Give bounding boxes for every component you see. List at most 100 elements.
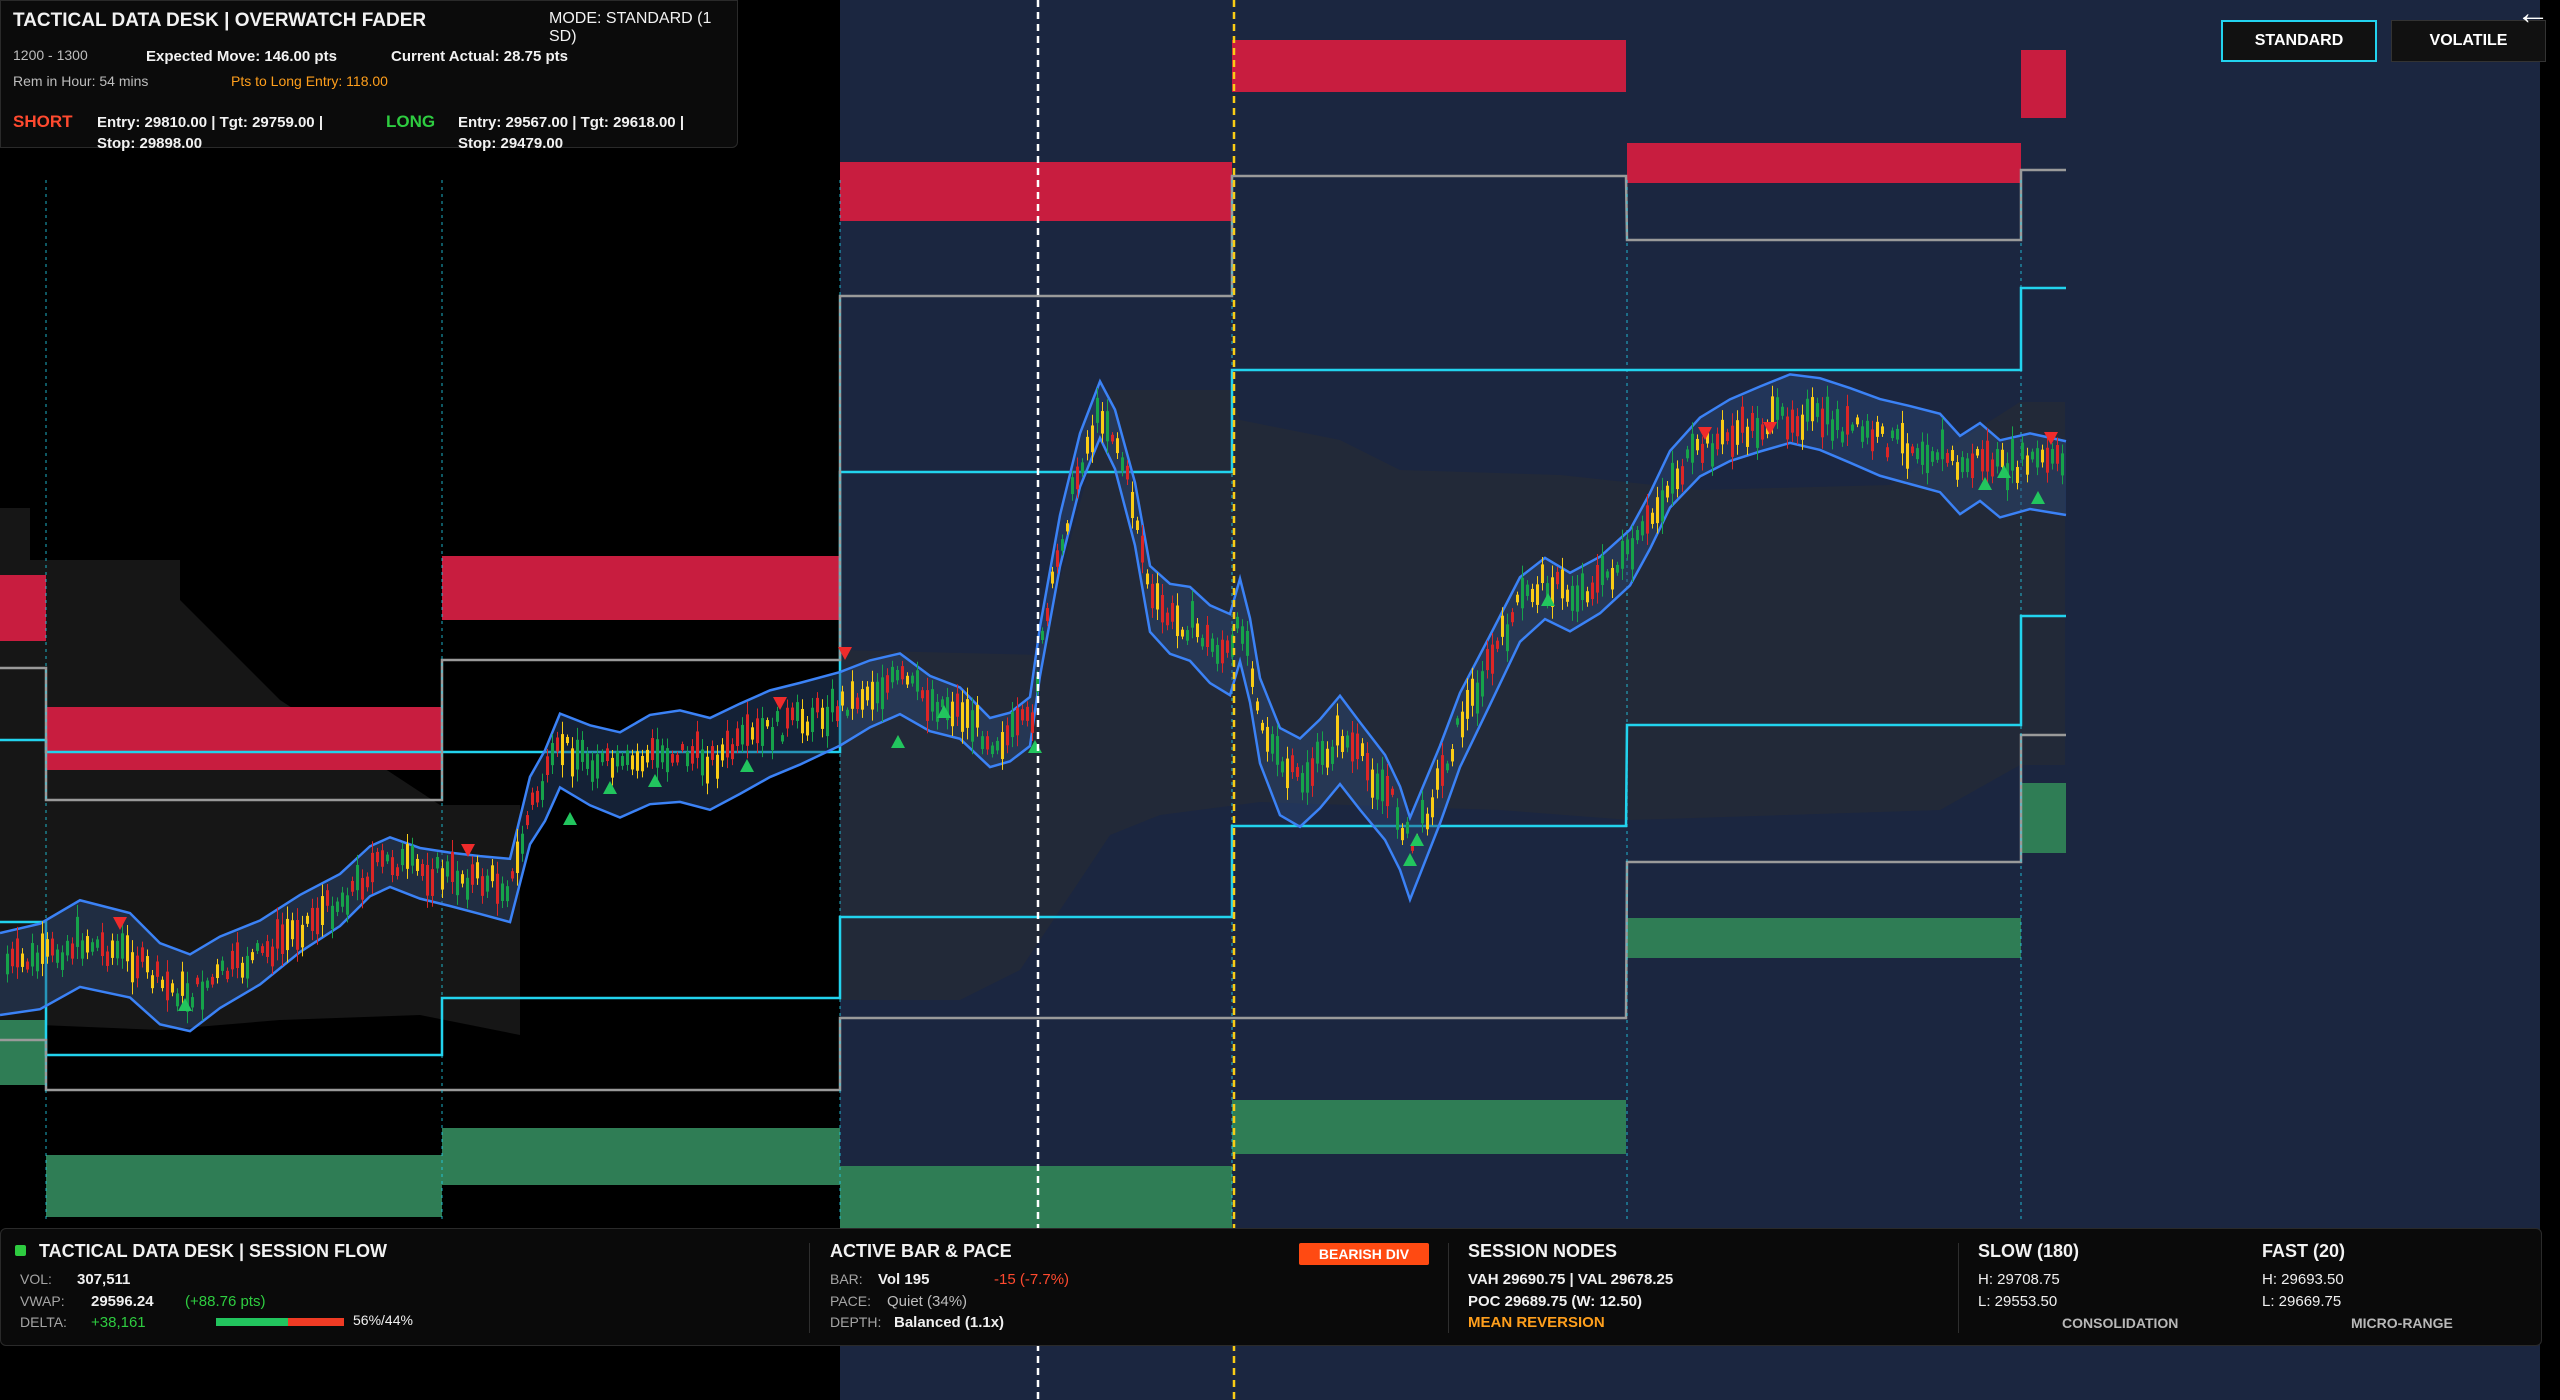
candle-body bbox=[1576, 585, 1579, 612]
candle-body bbox=[61, 952, 64, 970]
candle-body bbox=[876, 681, 879, 704]
candle-body bbox=[1636, 530, 1639, 541]
candle-body bbox=[856, 697, 859, 709]
bar-label: BAR: bbox=[830, 1271, 863, 1287]
candle-body bbox=[736, 728, 739, 747]
candle-body bbox=[1471, 678, 1474, 706]
candle-body bbox=[131, 952, 134, 983]
candle-body bbox=[461, 874, 464, 884]
candle-body bbox=[1521, 577, 1524, 609]
candle-body bbox=[1301, 773, 1304, 793]
candle-body bbox=[1676, 468, 1679, 490]
candle-body bbox=[1711, 443, 1714, 467]
candle-body bbox=[1666, 485, 1669, 498]
price-chart[interactable] bbox=[0, 0, 2560, 1400]
candle-body bbox=[1311, 758, 1314, 786]
session-nodes-title: SESSION NODES bbox=[1468, 1241, 1618, 1261]
candle-body bbox=[351, 880, 354, 892]
arrow-left-icon[interactable]: ← bbox=[2516, 0, 2550, 33]
candle-body bbox=[371, 852, 374, 883]
candle-body bbox=[1831, 419, 1834, 441]
candle-body bbox=[581, 739, 584, 762]
candle-body bbox=[1171, 603, 1174, 622]
candle-body bbox=[741, 724, 744, 745]
candle-body bbox=[1156, 583, 1159, 610]
candle-body bbox=[696, 731, 699, 758]
candle-body bbox=[651, 738, 654, 761]
candle-body bbox=[1641, 521, 1644, 536]
candle-body bbox=[471, 864, 474, 885]
candle-body bbox=[1496, 640, 1499, 649]
panel-divider bbox=[809, 1243, 810, 1333]
candle-body bbox=[1071, 477, 1074, 495]
candle-body bbox=[521, 833, 524, 854]
candle-body bbox=[1661, 490, 1664, 522]
candle-body bbox=[1466, 689, 1469, 719]
candle-body bbox=[1621, 540, 1624, 569]
standard-mode-button[interactable]: STANDARD bbox=[2221, 20, 2377, 62]
candle-body bbox=[486, 875, 489, 892]
panel-title: TACTICAL DATA DESK | OVERWATCH FADER bbox=[13, 10, 427, 31]
candle-body bbox=[981, 736, 984, 750]
candle-body bbox=[1626, 539, 1629, 555]
candle-body bbox=[361, 877, 364, 900]
candle-body bbox=[506, 886, 509, 902]
candle-body bbox=[416, 858, 419, 871]
delta-sell-fill bbox=[288, 1318, 344, 1326]
candle-body bbox=[2021, 442, 2024, 460]
candle-body bbox=[1721, 419, 1724, 445]
candle-body bbox=[1476, 682, 1479, 714]
candle-body bbox=[141, 947, 144, 962]
candle-body bbox=[1326, 748, 1329, 768]
candle-body bbox=[716, 754, 719, 779]
candle-body bbox=[1811, 397, 1814, 422]
candle-body bbox=[356, 864, 359, 891]
candle-body bbox=[1971, 453, 1974, 479]
long-zone bbox=[2021, 783, 2066, 853]
candle-body bbox=[396, 867, 399, 876]
candle-body bbox=[1531, 588, 1534, 603]
candle-body bbox=[1586, 591, 1589, 603]
candle-body bbox=[1691, 433, 1694, 463]
candle-body bbox=[1486, 648, 1489, 671]
long-zone bbox=[840, 1166, 1232, 1228]
candle-body bbox=[341, 892, 344, 907]
vah-val-values: VAH 29690.75 | VAL 29678.25 bbox=[1468, 1271, 1674, 1288]
candle-body bbox=[956, 693, 959, 717]
candle-body bbox=[846, 709, 849, 716]
candle-body bbox=[1101, 411, 1104, 434]
active-bar-title: ACTIVE BAR & PACE bbox=[830, 1241, 1012, 1261]
candle-body bbox=[936, 701, 939, 722]
expected-move: Expected Move: 146.00 pts bbox=[146, 48, 337, 65]
candle-body bbox=[241, 962, 244, 978]
candle-body bbox=[346, 895, 349, 915]
pace-value: Quiet (34%) bbox=[887, 1293, 968, 1310]
candle-body bbox=[676, 754, 679, 763]
candle-body bbox=[1906, 443, 1909, 469]
candle-body bbox=[1846, 406, 1849, 435]
short-zone bbox=[840, 162, 1232, 221]
candle-body bbox=[1076, 466, 1079, 490]
candle-body bbox=[1226, 640, 1229, 653]
candle-body bbox=[1881, 426, 1884, 434]
candle-body bbox=[381, 850, 384, 867]
delta-buy-fill bbox=[216, 1318, 288, 1326]
candle-body bbox=[1026, 706, 1029, 721]
candle-body bbox=[266, 941, 269, 957]
candle-body bbox=[1441, 755, 1444, 786]
candle-body bbox=[271, 946, 274, 967]
candle-body bbox=[1356, 733, 1359, 760]
candle-body bbox=[151, 975, 154, 989]
candle-body bbox=[176, 993, 179, 1007]
candle-body bbox=[1386, 775, 1389, 807]
candle-body bbox=[1396, 807, 1399, 830]
candle-body bbox=[1826, 396, 1829, 425]
candle-body bbox=[1216, 644, 1219, 664]
candle-body bbox=[1266, 726, 1269, 752]
candle-body bbox=[1346, 735, 1349, 748]
candle-body bbox=[1246, 630, 1249, 656]
candle-body bbox=[906, 675, 909, 685]
candle-body bbox=[1096, 397, 1099, 423]
candle-body bbox=[1631, 538, 1634, 570]
pts-to-long-entry: Pts to Long Entry: 118.00 bbox=[231, 73, 388, 89]
